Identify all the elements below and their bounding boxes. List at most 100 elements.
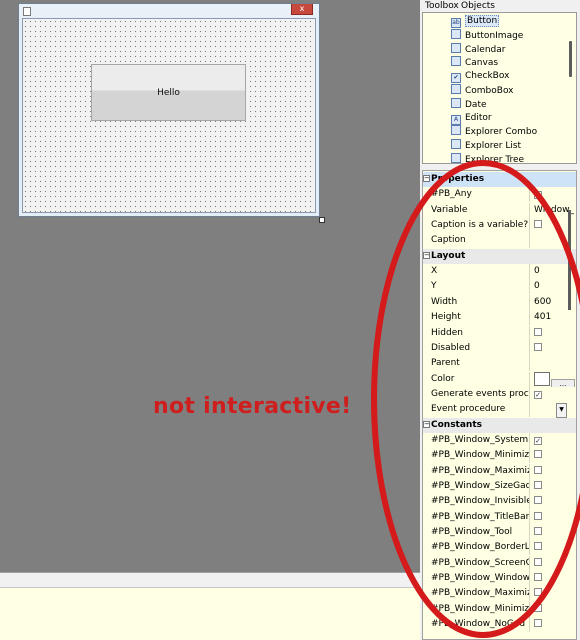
property-value-cell[interactable] [529, 325, 576, 341]
checkbox-unchecked[interactable] [534, 450, 542, 459]
toolbox-item[interactable]: ComboBox [451, 84, 514, 97]
property-value-cell[interactable] [529, 586, 576, 602]
property-row[interactable]: X0 [423, 264, 576, 280]
property-value-cell[interactable]: ✓ [529, 386, 576, 402]
property-row[interactable]: #PB_Window_Tool [423, 525, 576, 541]
property-value-cell[interactable] [529, 479, 576, 494]
checkbox-unchecked[interactable] [534, 220, 542, 229]
property-value-cell[interactable] [529, 509, 576, 525]
toolbox-item[interactable]: ab Button [451, 15, 500, 28]
property-value-cell[interactable] [529, 571, 576, 587]
property-row[interactable]: #PB_Window_BorderL [423, 540, 576, 556]
collapse-icon[interactable]: − [423, 251, 430, 259]
property-row[interactable]: #PB_Window_Minimiz [423, 601, 576, 617]
toolbox-item[interactable]: Canvas [451, 56, 498, 69]
property-section-header[interactable]: − Layout [423, 248, 576, 264]
toolbox-scrollbar[interactable] [569, 41, 572, 77]
checkbox-checked[interactable]: ✓ [534, 191, 542, 200]
property-row[interactable]: #PB_Window_Maximiz [423, 463, 576, 479]
property-row[interactable]: Disabled [423, 340, 576, 356]
color-browse-button[interactable]: ... [551, 378, 575, 387]
hello-button[interactable]: Hello [91, 64, 246, 121]
property-row[interactable]: Y0 [423, 279, 576, 295]
toolbox-item[interactable]: Calendar [451, 42, 505, 56]
window-resize-handle[interactable] [319, 217, 325, 223]
property-value-cell[interactable]: ✓ [529, 187, 576, 203]
checkbox-unchecked[interactable] [534, 527, 542, 536]
property-row[interactable]: #PB_Window_ScreenC [423, 555, 576, 571]
property-row[interactable]: Generate events proce ✓ [423, 386, 576, 402]
form-design-canvas[interactable]: x Hello [0, 0, 420, 572]
toolbox-item[interactable]: ✔ CheckBox [451, 70, 509, 84]
color-picker-cell[interactable]: ... [529, 371, 576, 387]
property-row[interactable]: Width 600 [423, 294, 576, 310]
toolbox-item[interactable]: Explorer Tree [451, 153, 524, 163]
checkbox-unchecked[interactable] [534, 619, 542, 628]
property-row[interactable]: #PB_Window_System ✓ [423, 432, 576, 448]
property-row[interactable]: Variable Window_ [423, 202, 576, 218]
property-row[interactable]: Event procedure ▼ [423, 402, 576, 419]
property-row[interactable]: #PB_Window_TitleBar [423, 509, 576, 525]
toolbox-item[interactable]: Date [451, 97, 487, 111]
toolbox-item[interactable]: Explorer List [451, 139, 521, 152]
property-row[interactable]: Color... [423, 371, 576, 387]
toolbox-item[interactable]: Explorer Combo [451, 125, 537, 138]
property-value-cell[interactable] [529, 525, 576, 541]
property-row[interactable]: #PB_Window_Window [423, 571, 576, 587]
property-value-cell[interactable] [529, 340, 576, 356]
property-row[interactable]: Caption [423, 233, 576, 249]
property-row[interactable]: #PB_Window_Maximiz [423, 586, 576, 602]
properties-grid[interactable]: − Properties #PB_Any ✓ Variable Window_ Captio… [422, 170, 577, 640]
checkbox-unchecked[interactable] [534, 465, 542, 474]
checkbox-unchecked[interactable] [534, 542, 542, 551]
property-value-field[interactable] [529, 356, 576, 372]
collapse-icon[interactable]: − [423, 420, 430, 428]
property-value-cell[interactable] [529, 494, 576, 510]
checkbox-checked[interactable]: ✓ [534, 436, 542, 445]
toolbox-item[interactable]: ButtonImage [451, 28, 523, 42]
checkbox-unchecked[interactable] [534, 342, 542, 351]
property-row[interactable]: #PB_Any ✓ [423, 187, 576, 203]
property-row[interactable]: Height 401 [423, 310, 576, 326]
property-value-cell[interactable] [529, 540, 576, 556]
checkbox-unchecked[interactable] [534, 573, 542, 582]
property-name: Caption is a variable? [431, 220, 529, 231]
property-row[interactable]: Caption is a variable? [423, 218, 576, 234]
property-value-cell[interactable]: ✓ [529, 432, 576, 448]
design-window-titlebar[interactable]: x [19, 4, 319, 17]
collapse-icon[interactable]: − [423, 175, 430, 182]
design-window[interactable]: x Hello [18, 3, 320, 217]
property-row[interactable]: #PB_Window_Invisible [423, 494, 576, 510]
design-window-client-grid[interactable]: Hello [22, 18, 316, 213]
property-row[interactable]: Hidden [423, 325, 576, 341]
property-value-field[interactable]: 401 [529, 310, 576, 326]
property-value-cell[interactable] [529, 555, 576, 571]
property-value-cell[interactable] [529, 463, 576, 479]
toolbox-list[interactable]: ab Button ButtonImage Calendar Canvas ✔ CheckB… [422, 12, 577, 164]
property-row[interactable]: #PB_Window_NoGad [423, 617, 576, 633]
property-value-cell[interactable] [529, 617, 576, 633]
property-value-cell[interactable] [529, 448, 576, 464]
tab-objects[interactable]: Objects [461, 0, 495, 12]
tab-toolbox[interactable]: Toolbox [425, 0, 459, 12]
property-row[interactable]: #PB_Window_Minimiz [423, 448, 576, 464]
property-section-header[interactable]: − Constants [423, 417, 576, 433]
design-window-close-button[interactable]: x [291, 4, 313, 15]
explorer-combo-icon [451, 125, 461, 136]
property-row[interactable]: Parent [423, 356, 576, 372]
checkbox-unchecked[interactable] [534, 496, 542, 505]
checkbox-unchecked[interactable] [534, 588, 542, 597]
checkbox-unchecked[interactable] [534, 557, 542, 566]
color-swatch[interactable] [534, 371, 550, 386]
checkbox-unchecked[interactable] [534, 327, 542, 336]
toolbox-item[interactable]: A Editor [451, 112, 492, 125]
properties-scrollbar[interactable] [568, 210, 571, 310]
checkbox-unchecked[interactable] [534, 603, 542, 612]
event-procedure-select[interactable] [529, 402, 576, 418]
checkbox-unchecked[interactable] [534, 511, 542, 520]
property-row[interactable]: #PB_Window_SizeGad [423, 479, 576, 494]
checkbox-unchecked[interactable] [534, 481, 542, 489]
checkbox-checked[interactable]: ✓ [534, 390, 542, 399]
property-value-cell[interactable] [529, 601, 576, 617]
property-section-header[interactable]: − Properties [423, 172, 576, 187]
